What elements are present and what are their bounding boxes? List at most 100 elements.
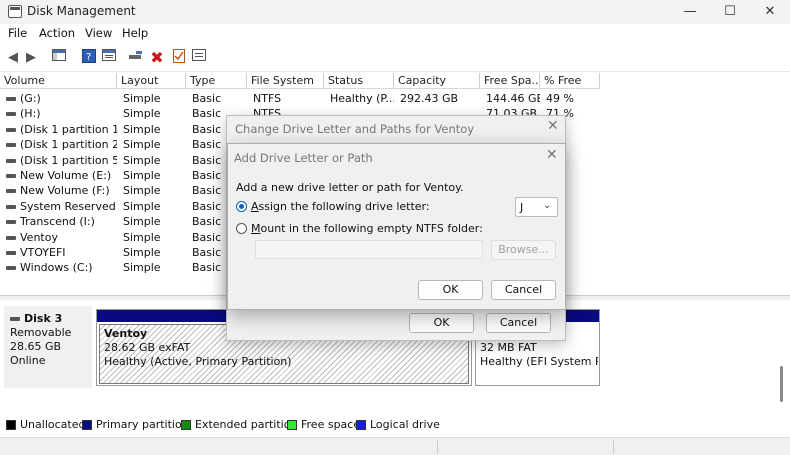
ok-button[interactable]: OK [418, 280, 483, 300]
menu-help[interactable]: Help [122, 26, 148, 40]
menu-action[interactable]: Action [39, 26, 75, 40]
menu-view[interactable]: View [85, 26, 112, 40]
legend: Unallocated Primary partition Extended p… [0, 416, 790, 436]
legend-label-logical: Logical drive [370, 418, 440, 431]
column-header-type[interactable]: Type [186, 73, 247, 89]
drive-icon [6, 143, 16, 148]
column-header-capacity[interactable]: Capacity [394, 73, 480, 89]
table-cell: (Disk 1 partition 1) [6, 123, 117, 136]
menu-file[interactable]: File [8, 26, 27, 40]
dialog-title: Change Drive Letter and Paths for Ventoy [235, 122, 475, 136]
title-bar: Disk Management — ☐ ✕ [0, 0, 790, 24]
close-icon[interactable]: ✕ [547, 118, 559, 134]
legend-label-primary: Primary partition [96, 418, 189, 431]
drive-icon [6, 112, 16, 117]
table-cell: Simple [123, 153, 161, 167]
delete-icon[interactable]: ✖ [148, 49, 166, 67]
drive-letter-dropdown[interactable]: J ⌄ [515, 197, 558, 217]
minimize-button[interactable]: — [670, 2, 710, 22]
table-cell: 49 % [546, 92, 574, 105]
dialog-title: Add Drive Letter or Path [234, 151, 373, 165]
legend-swatch-logical [356, 420, 366, 430]
menu-bar: File Action View Help [0, 24, 790, 44]
forward-arrow-icon[interactable]: ▶ [22, 49, 40, 67]
table-cell: Simple [123, 215, 161, 229]
legend-swatch-free [287, 420, 297, 430]
help-icon[interactable]: ? [80, 49, 98, 67]
table-cell: 144.46 GB [486, 92, 540, 105]
selected-drive-letter: J [520, 201, 524, 214]
column-header-volume[interactable]: Volume [0, 73, 117, 89]
legend-swatch-primary [82, 420, 92, 430]
drive-icon [6, 266, 16, 271]
table-cell: Transcend (I:) [6, 215, 117, 228]
table-cell: System Reserved (... [6, 200, 117, 213]
table-cell: New Volume (F:) [6, 184, 117, 197]
mount-folder-radio[interactable] [236, 223, 247, 234]
partition-size-fs: 28.62 GB exFAT [104, 341, 191, 354]
cancel-button[interactable]: Cancel [486, 313, 551, 333]
browse-button[interactable]: Browse... [491, 240, 556, 260]
mount-folder-path-input[interactable] [255, 240, 483, 259]
partition-size-fs: 32 MB FAT [480, 341, 537, 354]
maximize-button[interactable]: ☐ [710, 2, 750, 22]
table-row[interactable]: (G:) Simple Basic NTFS Healthy (P... 292.43 G… [0, 91, 600, 106]
drive-icon [6, 97, 16, 101]
back-arrow-icon[interactable]: ◀ [4, 49, 22, 67]
status-divider [437, 440, 438, 454]
checklist-icon[interactable] [170, 49, 188, 67]
table-cell: Ventoy [6, 231, 117, 244]
table-cell: Healthy (P... [330, 92, 394, 105]
table-cell: Simple [123, 246, 161, 259]
table-cell: Simple [123, 199, 161, 213]
partition-name: Ventoy [104, 327, 148, 340]
table-cell: Simple [123, 138, 161, 152]
drive-icon [6, 174, 16, 178]
disk-size: 28.65 GB [10, 340, 62, 353]
status-bar [0, 437, 790, 455]
assign-letter-label[interactable]: Assign the following drive letter: [251, 200, 430, 213]
table-cell: Simple [123, 92, 161, 105]
drive-icon [6, 220, 16, 225]
table-cell: NTFS [253, 92, 282, 105]
close-icon[interactable]: ✕ [546, 147, 558, 163]
column-header-layout[interactable]: Layout [117, 73, 186, 89]
drive-icon [6, 158, 16, 163]
table-cell: Windows (C:) [6, 261, 117, 274]
table-cell: 292.43 GB [400, 92, 459, 105]
table-cell: Simple [123, 122, 161, 136]
column-header-percent-free[interactable]: % Free [540, 73, 600, 89]
legend-label-unallocated: Unallocated [20, 418, 86, 431]
status-divider [613, 440, 614, 454]
properties-icon[interactable] [100, 49, 118, 67]
column-header-free-space[interactable]: Free Spa... [480, 73, 540, 89]
add-drive-letter-dialog: Add Drive Letter or Path ✕ Add a new dri… [227, 143, 566, 310]
connect-icon[interactable] [127, 49, 145, 67]
table-cell: (G:) [6, 92, 117, 105]
drive-icon [6, 204, 16, 209]
assign-letter-radio[interactable] [236, 201, 247, 212]
table-cell: (Disk 1 partition 2) [6, 138, 117, 151]
table-cell: VTOYEFI [6, 246, 117, 259]
legend-swatch-unallocated [6, 420, 16, 430]
svg-text:?: ? [86, 52, 91, 63]
disk-map-scrollbar[interactable] [780, 366, 783, 402]
column-header-status[interactable]: Status [324, 73, 394, 89]
partition-health: Healthy (Active, Primary Partition) [104, 355, 292, 368]
legend-swatch-extended [181, 420, 191, 430]
ok-button[interactable]: OK [409, 313, 474, 333]
dialog-intro: Add a new drive letter or path for Vento… [236, 181, 464, 194]
table-cell: Simple [123, 261, 161, 275]
disk-3-label[interactable]: Disk 3 Removable 28.65 GB Online [4, 306, 92, 388]
toolbar: ◀ ▶ ? ✖ [0, 44, 790, 72]
column-header-file-system[interactable]: File System [247, 73, 324, 89]
cancel-button[interactable]: Cancel [491, 280, 556, 300]
window-icon[interactable] [190, 49, 208, 67]
chevron-down-icon: ⌄ [543, 200, 552, 211]
close-window-button[interactable]: ✕ [750, 2, 790, 22]
console-tree-icon[interactable] [50, 49, 68, 67]
disk-kind: Removable [10, 326, 72, 339]
drive-icon [6, 189, 16, 194]
mount-folder-label[interactable]: Mount in the following empty NTFS folder… [251, 222, 483, 235]
table-cell: New Volume (E:) [6, 169, 117, 182]
